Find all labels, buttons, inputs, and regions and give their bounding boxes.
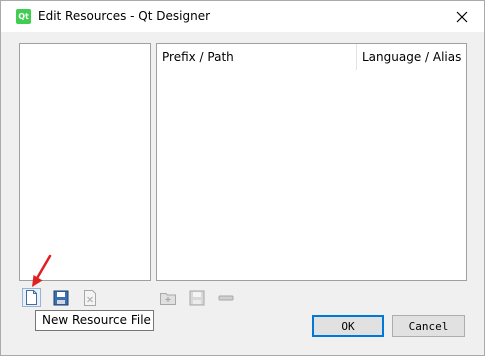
remove-file-icon <box>83 289 96 306</box>
save-icon <box>53 290 68 305</box>
qt-designer-icon: Qt <box>16 9 31 24</box>
remove-item-button[interactable] <box>216 288 235 307</box>
new-file-icon <box>26 290 37 305</box>
minus-icon <box>218 295 233 300</box>
remove-resource-file-button[interactable] <box>80 288 99 307</box>
resource-table-header: Prefix / Path Language / Alias <box>157 44 466 70</box>
tooltip: New Resource File <box>35 310 154 331</box>
window-title: Edit Resources - Qt Designer <box>38 9 211 23</box>
title-bar: Qt Edit Resources - Qt Designer <box>1 1 484 32</box>
close-button[interactable] <box>440 1 484 32</box>
add-files-button[interactable] <box>187 288 206 307</box>
cancel-button[interactable]: Cancel <box>392 315 465 337</box>
edit-resources-dialog: Qt Edit Resources - Qt Designer Prefix /… <box>0 0 485 356</box>
save-icon <box>189 290 204 305</box>
add-folder-icon <box>159 292 176 305</box>
new-resource-file-button[interactable] <box>22 288 41 307</box>
ok-button[interactable]: OK <box>312 315 384 337</box>
column-header-prefix-path[interactable]: Prefix / Path <box>157 44 357 70</box>
resource-tree[interactable]: Prefix / Path Language / Alias <box>156 43 467 281</box>
column-header-language-alias[interactable]: Language / Alias <box>357 44 466 70</box>
resource-file-list[interactable] <box>19 43 151 281</box>
annotation-arrow-icon <box>32 254 52 287</box>
add-prefix-button[interactable] <box>158 288 177 307</box>
close-icon <box>456 11 468 22</box>
edit-resource-file-button[interactable] <box>51 288 70 307</box>
